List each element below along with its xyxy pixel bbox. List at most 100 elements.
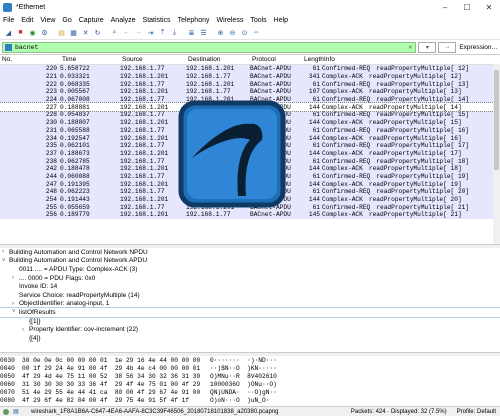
hex-ascii: ··)$N··O )KN·····	[210, 364, 277, 372]
cell-time: 0.067008	[60, 96, 90, 104]
column-header-source[interactable]: Source	[120, 56, 186, 63]
detail-row[interactable]: › Property Identifier: cov-increment (22)	[0, 325, 500, 334]
filter-history-dropdown[interactable]: ▾	[418, 41, 437, 53]
cell-info: Complex-ACK readPropertyMultiple[ 12]	[322, 73, 500, 80]
expand-toggle-icon[interactable]: ˅	[12, 309, 19, 315]
info-type: Confirmed-REQ	[322, 96, 371, 104]
menu-help[interactable]: Help	[274, 17, 288, 24]
display-filter-text: bacnet	[15, 43, 39, 51]
packet-bytes-pane[interactable]: 0030 30 0e 0e 0c 00 00 00 01 1e 29 16 4e …	[0, 356, 500, 406]
detail-row[interactable]: 0011 .... = APDU Type: Complex-ACK (3)	[0, 265, 500, 274]
profile-label[interactable]: Profile: Default	[457, 409, 496, 415]
info-type: Complex-ACK	[322, 165, 363, 173]
info-service: readPropertyMultiple[ 15]	[376, 111, 470, 119]
expression-button[interactable]: Expression…	[459, 44, 498, 51]
detail-row[interactable]: ˅ listOfResults	[0, 307, 500, 318]
menu-capture[interactable]: Capture	[79, 17, 104, 24]
detail-row[interactable]: › ObjectIdentifier: analog-input, 1	[0, 300, 500, 309]
menu-tools[interactable]: Tools	[250, 17, 266, 24]
detail-row[interactable]: {[1]}	[0, 317, 500, 326]
close-file-icon[interactable]: ✕	[80, 27, 91, 38]
restart-capture-icon[interactable]: ◉	[27, 27, 38, 38]
column-header-time[interactable]: Time	[60, 56, 120, 63]
packet-row[interactable]: 220 5.658722 192.168.1.77 192.168.1.201 BACn…	[0, 65, 500, 73]
capture-file-properties-icon[interactable]: ▤	[12, 408, 20, 416]
open-file-icon[interactable]: ▤	[56, 27, 67, 38]
bookmark-icon[interactable]	[5, 43, 12, 51]
capture-options-icon[interactable]: ⚙	[39, 27, 50, 38]
expand-toggle-icon[interactable]: ›	[12, 275, 19, 281]
cell-no: 228	[45, 111, 57, 119]
menu-analyze[interactable]: Analyze	[111, 17, 136, 24]
hex-row[interactable]: 0030 30 0e 0e 0c 00 00 00 01 1e 29 16 4e …	[0, 356, 500, 364]
hex-row[interactable]: 0080 4f 29 6f 4e 82 04 00 4f 29 75 4e 91 …	[0, 396, 500, 404]
maximize-button[interactable]: ☐	[456, 0, 478, 14]
normal-size-icon[interactable]: ⊙	[239, 27, 250, 38]
menu-statistics[interactable]: Statistics	[143, 17, 171, 24]
expand-toggle-icon[interactable]: ˅	[2, 258, 9, 264]
packet-row[interactable]: 223 0.005567 192.168.1.201 192.168.1.77 BACn…	[0, 88, 500, 96]
clear-filter-icon[interactable]: ✕	[408, 43, 412, 51]
detail-row[interactable]: {[4]}	[0, 334, 500, 343]
hex-row[interactable]: 0050 4f 29 4d 4e 75 11 00 52 38 56 34 30 …	[0, 372, 500, 380]
apply-filter-button[interactable]: →	[438, 41, 457, 53]
detail-row[interactable]: ›.... 0000 = PDU Flags: 0x0	[0, 274, 500, 283]
reload-icon[interactable]: ↻	[92, 27, 103, 38]
column-header-length[interactable]: Length	[302, 56, 324, 63]
detail-row[interactable]: ˅ Building Automation and Control Network…	[0, 257, 500, 266]
stop-capture-icon[interactable]: ■	[15, 27, 26, 38]
info-type: Complex-ACK	[322, 73, 363, 81]
packet-row[interactable]: 221 0.033321 192.168.1.201 192.168.1.77 BACn…	[0, 72, 500, 81]
column-header-no[interactable]: No.	[0, 56, 60, 63]
cell-length: 144	[308, 119, 320, 127]
detail-text: ObjectIdentifier: analog-input, 1	[19, 300, 110, 308]
expand-toggle-icon[interactable]: ›	[22, 327, 29, 333]
colorize-icon[interactable]: ☰	[198, 27, 209, 38]
column-header-info[interactable]: Info	[322, 56, 492, 63]
menu-view[interactable]: View	[40, 17, 55, 24]
detail-row[interactable]: › Building Automation and Control Network…	[0, 248, 500, 257]
last-packet-icon[interactable]: ⤓	[169, 27, 180, 38]
packet-row[interactable]: 256 0.189779 192.168.1.201 192.168.1.77 BACn…	[0, 211, 500, 219]
expand-toggle-icon[interactable]: ›	[12, 301, 19, 307]
go-back-icon[interactable]: ←	[121, 27, 132, 38]
go-forward-icon[interactable]: →	[133, 27, 144, 38]
find-packet-icon[interactable]: ⌕	[109, 27, 120, 38]
scrollbar-thumb[interactable]	[494, 70, 499, 170]
cell-time: 0.033321	[60, 73, 90, 81]
column-header-protocol[interactable]: Protocol	[250, 56, 302, 63]
autoscroll-icon[interactable]: ≣	[186, 27, 197, 38]
minimize-button[interactable]: –	[434, 0, 456, 14]
expand-toggle-icon[interactable]: ›	[2, 249, 9, 255]
info-type: Confirmed-REQ	[322, 126, 371, 134]
packet-details-pane[interactable]: › Building Automation and Control Network…	[0, 248, 500, 352]
close-button[interactable]: ✕	[478, 0, 500, 14]
zoom-in-icon[interactable]: ⊕	[215, 27, 226, 38]
first-packet-icon[interactable]: ⤒	[157, 27, 168, 38]
cell-length: 144	[308, 149, 320, 157]
cell-no: 242	[45, 165, 57, 173]
go-to-packet-icon[interactable]: ⇥	[145, 27, 156, 38]
save-file-icon[interactable]: ▦	[68, 27, 79, 38]
hex-row[interactable]: 0070 51 4e 29 55 4e 44 41 ca 80 00 4f 29 …	[0, 388, 500, 396]
menu-go[interactable]: Go	[62, 17, 71, 24]
packet-list-scrollbar[interactable]	[493, 64, 500, 244]
resize-columns-icon[interactable]: ⇔	[251, 27, 262, 38]
menu-file[interactable]: File	[3, 17, 14, 24]
column-header-destination[interactable]: Destination	[186, 56, 250, 63]
window-controls: – ☐ ✕	[434, 0, 500, 14]
hex-row[interactable]: 0060 31 30 30 30 30 33 36 4f 29 4f 4e 75 …	[0, 380, 500, 388]
menu-wireless[interactable]: Wireless	[216, 17, 243, 24]
menu-telephony[interactable]: Telephony	[178, 17, 210, 24]
display-filter-input[interactable]: bacnet ✕	[2, 41, 417, 53]
packet-row[interactable]: 222 0.068335 192.168.1.77 192.168.1.201 BACn…	[0, 80, 500, 89]
title-bar: *Ethernet – ☐ ✕	[0, 0, 500, 14]
expert-info-icon[interactable]	[3, 408, 9, 415]
detail-row[interactable]: Invoke ID: 14	[0, 282, 500, 291]
detail-row[interactable]: Service Choice: readPropertyMultiple (14…	[0, 291, 500, 300]
zoom-out-icon[interactable]: ⊖	[227, 27, 238, 38]
cell-no: 230	[45, 119, 57, 127]
start-capture-icon[interactable]: ◢	[3, 27, 14, 38]
menu-edit[interactable]: Edit	[21, 17, 33, 24]
hex-row[interactable]: 0040 00 1f 29 24 4e 91 00 4f 29 4b 4e c4 …	[0, 364, 500, 372]
